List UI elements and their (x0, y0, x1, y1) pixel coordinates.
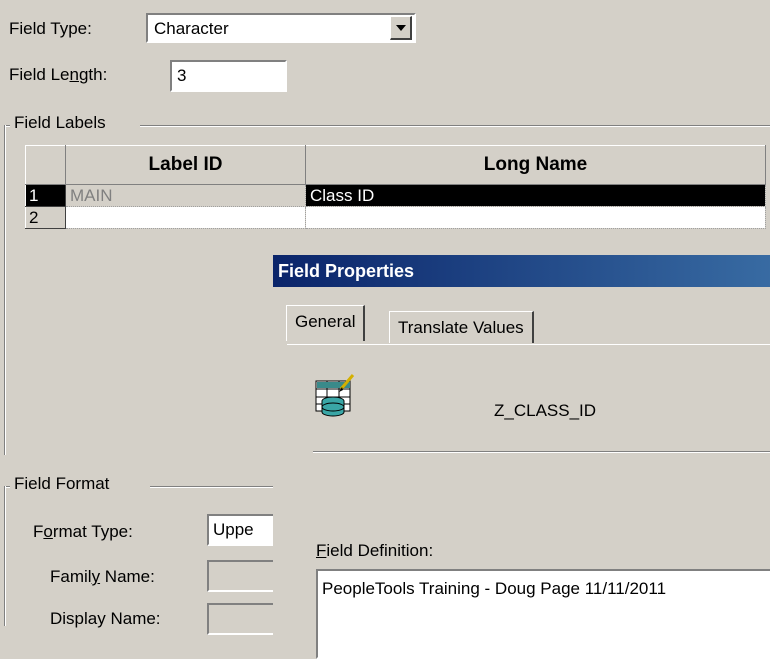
label-id-cell[interactable] (65, 206, 306, 229)
field-labels-group-label: Field Labels (12, 113, 108, 133)
field-length-label: Field Length: (9, 65, 108, 84)
tab-panel-border (287, 344, 770, 345)
field-format-groove-vertical (4, 486, 6, 626)
row-number[interactable]: 1 (25, 184, 66, 207)
long-name-cell[interactable]: Class ID (305, 184, 766, 207)
field-format-group-label: Field Format (12, 474, 112, 494)
column-header-label-id[interactable]: Label ID (65, 145, 306, 185)
field-definition-label: Field Definition: (316, 541, 434, 560)
dialog-title-bar[interactable]: Field Properties (273, 255, 770, 287)
label-id-cell[interactable]: MAIN (65, 184, 306, 207)
format-type-value: Uppe (213, 520, 254, 539)
column-header-long-name[interactable]: Long Name (305, 145, 766, 185)
grid-header-row: Label ID Long Name (25, 145, 766, 185)
field-labels-groove-vertical (4, 125, 6, 455)
field-format-groove-right (150, 486, 280, 488)
field-type-select[interactable]: Character (146, 13, 416, 43)
field-database-icon (315, 374, 355, 417)
field-type-dropdown-button[interactable] (390, 16, 412, 40)
field-length-input[interactable]: 3 (170, 60, 287, 92)
field-name: Z_CLASS_ID (494, 401, 597, 420)
field-labels-grid: Label ID Long Name 1 MAIN Class ID 2 (25, 145, 766, 229)
table-row[interactable]: 2 (25, 206, 766, 229)
dialog-title: Field Properties (278, 261, 415, 281)
field-type-label: Field Type: (9, 19, 92, 38)
chevron-down-icon (395, 24, 406, 31)
format-type-label: Format Type: (33, 522, 133, 541)
long-name-cell[interactable] (305, 206, 766, 229)
field-definition-textarea[interactable]: PeopleTools Training - Doug Page 11/11/2… (316, 569, 770, 659)
field-labels-groove-right (140, 125, 770, 127)
field-length-value: 3 (177, 66, 187, 85)
dialog-divider (313, 451, 770, 453)
tab-translate-values-label: Translate Values (398, 318, 524, 337)
grid-corner-cell (25, 145, 66, 185)
tab-translate-values[interactable]: Translate Values (389, 311, 534, 343)
display-name-label: Display Name: (50, 609, 161, 628)
family-name-label: Family Name: (50, 567, 155, 586)
field-type-value: Character (154, 19, 229, 38)
tab-general-label: General (295, 312, 356, 331)
field-properties-dialog: Field Properties General Translate Value… (273, 255, 770, 659)
field-definition-text: PeopleTools Training - Doug Page 11/11/2… (322, 579, 667, 598)
tab-general[interactable]: General (286, 305, 366, 341)
row-number[interactable]: 2 (25, 206, 66, 229)
table-row[interactable]: 1 MAIN Class ID (25, 184, 766, 207)
